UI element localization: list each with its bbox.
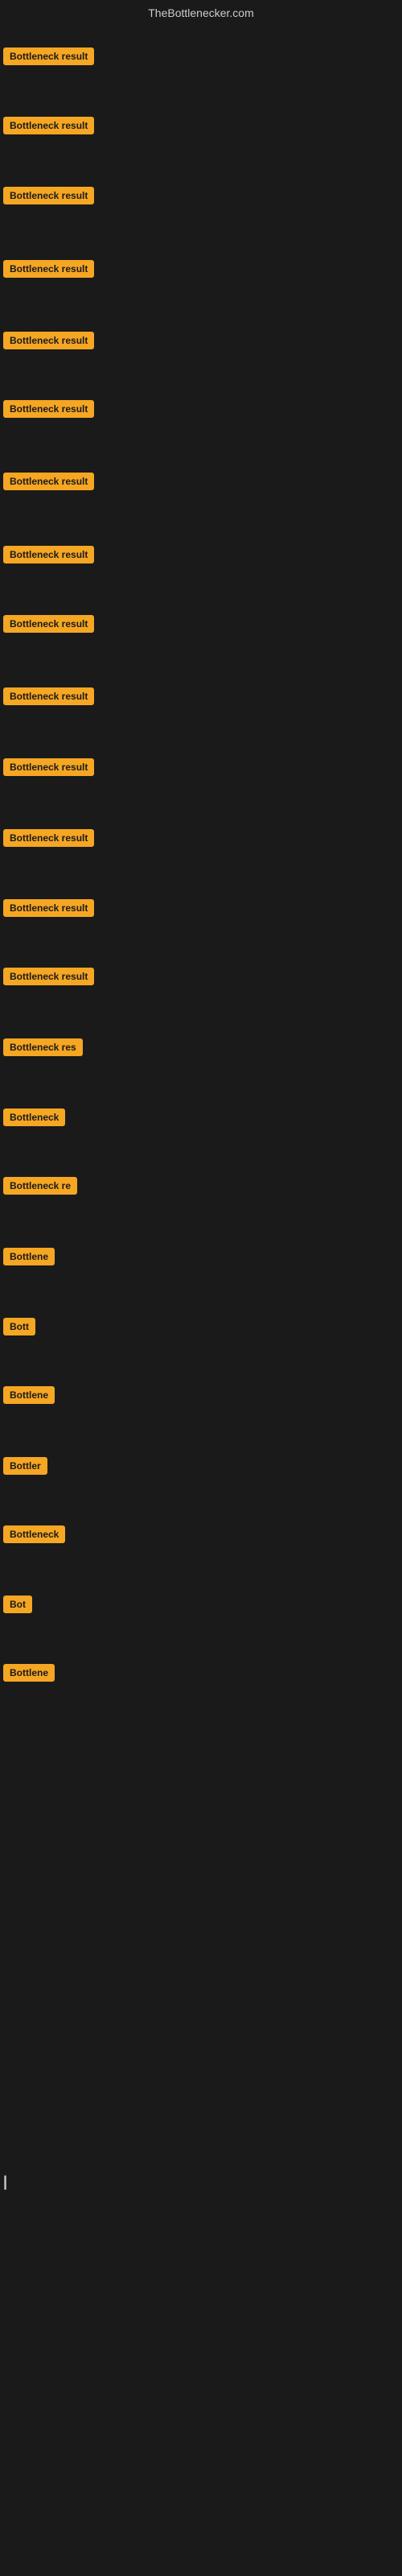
item-row-7: Bottleneck result <box>0 471 97 496</box>
bottleneck-badge-3[interactable]: Bottleneck result <box>3 187 94 204</box>
bottleneck-badge-2[interactable]: Bottleneck result <box>3 117 94 134</box>
bottleneck-badge-21[interactable]: Bottler <box>3 1457 47 1475</box>
bottleneck-badge-5[interactable]: Bottleneck result <box>3 332 94 349</box>
bottleneck-badge-10[interactable]: Bottleneck result <box>3 687 94 705</box>
bottleneck-badge-23[interactable]: Bot <box>3 1596 32 1613</box>
item-row-8: Bottleneck result <box>0 544 97 569</box>
item-row-6: Bottleneck result <box>0 398 97 423</box>
bottleneck-badge-20[interactable]: Bottlene <box>3 1386 55 1404</box>
item-row-5: Bottleneck result <box>0 330 97 355</box>
item-row-11: Bottleneck result <box>0 757 97 782</box>
bottleneck-badge-7[interactable]: Bottleneck result <box>3 473 94 490</box>
bottleneck-badge-8[interactable]: Bottleneck result <box>3 546 94 564</box>
item-row-10: Bottleneck result <box>0 686 97 711</box>
bottleneck-badge-12[interactable]: Bottleneck result <box>3 829 94 847</box>
bottleneck-badge-15[interactable]: Bottleneck res <box>3 1038 83 1056</box>
item-row-3: Bottleneck result <box>0 185 97 210</box>
bottleneck-items-container: Bottleneck resultBottleneck resultBottle… <box>0 23 402 29</box>
bottleneck-badge-16[interactable]: Bottleneck <box>3 1108 65 1126</box>
bottleneck-badge-14[interactable]: Bottleneck result <box>3 968 94 985</box>
item-row-18: Bottlene <box>0 1246 58 1271</box>
item-row-22: Bottleneck <box>0 1524 68 1549</box>
item-row-23: Bot <box>0 1594 35 1619</box>
item-row-16: Bottleneck <box>0 1107 68 1132</box>
bottleneck-badge-13[interactable]: Bottleneck result <box>3 899 94 917</box>
item-row-15: Bottleneck res <box>0 1037 86 1062</box>
item-row-19: Bott <box>0 1316 39 1341</box>
item-row-24: Bottlene <box>0 1662 58 1687</box>
item-row-2: Bottleneck result <box>0 115 97 140</box>
item-row-1: Bottleneck result <box>0 46 97 71</box>
item-row-21: Bottler <box>0 1455 51 1480</box>
item-row-13: Bottleneck result <box>0 898 97 923</box>
item-row-4: Bottleneck result <box>0 258 97 283</box>
bottleneck-badge-9[interactable]: Bottleneck result <box>3 615 94 633</box>
page-container: TheBottlenecker.com Bottleneck resultBot… <box>0 0 402 2576</box>
cursor: | <box>3 2174 7 2190</box>
item-row-14: Bottleneck result <box>0 966 97 991</box>
bottleneck-badge-18[interactable]: Bottlene <box>3 1248 55 1265</box>
bottleneck-badge-4[interactable]: Bottleneck result <box>3 260 94 278</box>
bottleneck-badge-24[interactable]: Bottlene <box>3 1664 55 1682</box>
bottleneck-badge-17[interactable]: Bottleneck re <box>3 1177 77 1195</box>
bottleneck-badge-6[interactable]: Bottleneck result <box>3 400 94 418</box>
item-row-20: Bottlene <box>0 1385 58 1410</box>
item-row-12: Bottleneck result <box>0 828 97 852</box>
item-row-9: Bottleneck result <box>0 613 97 638</box>
site-title: TheBottlenecker.com <box>0 0 402 23</box>
bottleneck-badge-19[interactable]: Bott <box>3 1318 35 1335</box>
bottleneck-badge-11[interactable]: Bottleneck result <box>3 758 94 776</box>
bottleneck-badge-1[interactable]: Bottleneck result <box>3 47 94 65</box>
bottleneck-badge-22[interactable]: Bottleneck <box>3 1525 65 1543</box>
item-row-17: Bottleneck re <box>0 1175 80 1200</box>
